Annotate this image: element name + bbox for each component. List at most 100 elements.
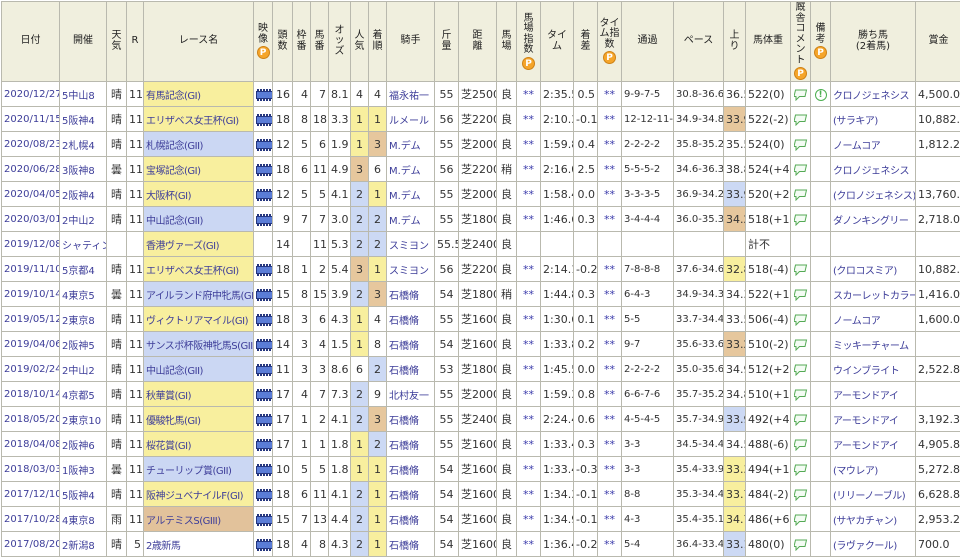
remark-cell[interactable] bbox=[811, 182, 831, 207]
premium-p-icon[interactable]: P bbox=[257, 46, 270, 59]
stable-comment-cell[interactable] bbox=[791, 232, 811, 257]
video-film-icon[interactable] bbox=[256, 539, 273, 551]
jockey-link[interactable]: 北村友一 bbox=[387, 382, 435, 407]
venue-link[interactable]: 2阪神6 bbox=[60, 432, 107, 457]
remark-cell[interactable] bbox=[811, 332, 831, 357]
winner-link[interactable]: (クロコスミア) bbox=[831, 257, 916, 282]
race-link[interactable]: ヴィクトリアマイル(GI) bbox=[144, 307, 254, 332]
stable-comment-cell[interactable] bbox=[791, 107, 811, 132]
remark-cell[interactable] bbox=[811, 482, 831, 507]
remark-cell[interactable] bbox=[811, 232, 831, 257]
video-film-icon[interactable] bbox=[256, 489, 273, 501]
video-film-icon[interactable] bbox=[256, 139, 273, 151]
race-link[interactable]: 優駿牝馬(GI) bbox=[144, 407, 254, 432]
venue-link[interactable]: 4東京5 bbox=[60, 282, 107, 307]
comment-bubble-icon[interactable] bbox=[794, 339, 808, 351]
winner-link[interactable]: クロノジェネシス bbox=[831, 82, 916, 107]
video-film-icon[interactable] bbox=[256, 189, 273, 201]
comment-bubble-icon[interactable] bbox=[794, 539, 808, 551]
stable-comment-cell[interactable] bbox=[791, 507, 811, 532]
date-link[interactable]: 2018/05/20 bbox=[2, 407, 60, 432]
video-film-icon[interactable] bbox=[256, 339, 273, 351]
stable-comment-cell[interactable] bbox=[791, 132, 811, 157]
remark-alert-icon[interactable]: ! bbox=[815, 89, 827, 101]
video-film-icon[interactable] bbox=[256, 364, 273, 376]
comment-bubble-icon[interactable] bbox=[794, 214, 808, 226]
video-film-icon[interactable] bbox=[256, 114, 273, 126]
date-link[interactable]: 2019/11/10 bbox=[2, 257, 60, 282]
video-cell[interactable] bbox=[254, 357, 273, 382]
venue-link[interactable]: 2新潟8 bbox=[60, 532, 107, 557]
video-film-icon[interactable] bbox=[256, 214, 273, 226]
race-link[interactable]: エリザベス女王杯(GI) bbox=[144, 107, 254, 132]
winner-link[interactable]: アーモンドアイ bbox=[831, 382, 916, 407]
winner-link[interactable]: (サヤカチャン) bbox=[831, 507, 916, 532]
stable-comment-cell[interactable] bbox=[791, 407, 811, 432]
date-link[interactable]: 2017/08/20 bbox=[2, 532, 60, 557]
stable-comment-cell[interactable] bbox=[791, 357, 811, 382]
jockey-link[interactable]: 石橋脩 bbox=[387, 407, 435, 432]
comment-bubble-icon[interactable] bbox=[794, 189, 808, 201]
comment-bubble-icon[interactable] bbox=[794, 139, 808, 151]
stable-comment-cell[interactable] bbox=[791, 457, 811, 482]
winner-link[interactable]: ミッキーチャーム bbox=[831, 332, 916, 357]
date-link[interactable]: 2017/12/10 bbox=[2, 482, 60, 507]
remark-cell[interactable] bbox=[811, 457, 831, 482]
video-cell[interactable] bbox=[254, 507, 273, 532]
remark-cell[interactable] bbox=[811, 207, 831, 232]
race-link[interactable]: 大阪杯(GI) bbox=[144, 182, 254, 207]
race-link[interactable]: 有馬記念(GI) bbox=[144, 82, 254, 107]
jockey-link[interactable]: スミヨン bbox=[387, 257, 435, 282]
video-cell[interactable] bbox=[254, 457, 273, 482]
venue-link[interactable]: 2阪神4 bbox=[60, 182, 107, 207]
premium-p-icon[interactable]: P bbox=[814, 46, 827, 59]
video-film-icon[interactable] bbox=[256, 164, 273, 176]
comment-bubble-icon[interactable] bbox=[794, 389, 808, 401]
video-cell[interactable] bbox=[254, 382, 273, 407]
venue-link[interactable]: 5京都4 bbox=[60, 257, 107, 282]
video-cell[interactable] bbox=[254, 532, 273, 557]
jockey-link[interactable]: 石橋脩 bbox=[387, 482, 435, 507]
date-link[interactable]: 2019/10/14 bbox=[2, 282, 60, 307]
venue-link[interactable]: 2札幌4 bbox=[60, 132, 107, 157]
date-link[interactable]: 2020/12/27 bbox=[2, 82, 60, 107]
venue-link[interactable]: 2阪神5 bbox=[60, 332, 107, 357]
premium-p-icon[interactable]: P bbox=[794, 67, 807, 80]
jockey-link[interactable]: スミヨン bbox=[387, 232, 435, 257]
race-link[interactable]: 阪神ジュベナイルF(GI) bbox=[144, 482, 254, 507]
date-link[interactable]: 2018/10/14 bbox=[2, 382, 60, 407]
video-cell[interactable] bbox=[254, 307, 273, 332]
race-link[interactable]: アルテミスS(GIII) bbox=[144, 507, 254, 532]
premium-p-icon[interactable]: P bbox=[522, 57, 535, 70]
winner-link[interactable]: (サラキア) bbox=[831, 107, 916, 132]
winner-link[interactable]: (リリーノーブル) bbox=[831, 482, 916, 507]
jockey-link[interactable]: 石橋脩 bbox=[387, 307, 435, 332]
stable-comment-cell[interactable] bbox=[791, 82, 811, 107]
video-film-icon[interactable] bbox=[256, 514, 273, 526]
race-link[interactable]: チューリップ賞(GII) bbox=[144, 457, 254, 482]
jockey-link[interactable]: 石橋脩 bbox=[387, 332, 435, 357]
venue-link[interactable]: 2中山2 bbox=[60, 207, 107, 232]
date-link[interactable]: 2020/06/28 bbox=[2, 157, 60, 182]
video-film-icon[interactable] bbox=[256, 414, 273, 426]
video-film-icon[interactable] bbox=[256, 389, 273, 401]
race-link[interactable]: 秋華賞(GI) bbox=[144, 382, 254, 407]
race-link[interactable]: サンスポ杯阪神牝馬S(GII) bbox=[144, 332, 254, 357]
date-link[interactable]: 2019/05/12 bbox=[2, 307, 60, 332]
comment-bubble-icon[interactable] bbox=[794, 364, 808, 376]
date-link[interactable]: 2020/11/15 bbox=[2, 107, 60, 132]
date-link[interactable]: 2018/03/03 bbox=[2, 457, 60, 482]
winner-link[interactable]: (ラヴァクール) bbox=[831, 532, 916, 557]
winner-link[interactable]: (マウレア) bbox=[831, 457, 916, 482]
stable-comment-cell[interactable] bbox=[791, 207, 811, 232]
stable-comment-cell[interactable] bbox=[791, 182, 811, 207]
venue-link[interactable]: 5阪神4 bbox=[60, 107, 107, 132]
video-cell[interactable] bbox=[254, 282, 273, 307]
jockey-link[interactable]: ルメール bbox=[387, 107, 435, 132]
premium-p-icon[interactable]: P bbox=[603, 51, 616, 64]
jockey-link[interactable]: 石橋脩 bbox=[387, 432, 435, 457]
video-cell[interactable] bbox=[254, 157, 273, 182]
remark-cell[interactable] bbox=[811, 407, 831, 432]
jockey-link[interactable]: 石橋脩 bbox=[387, 457, 435, 482]
date-link[interactable]: 2019/12/08 bbox=[2, 232, 60, 257]
